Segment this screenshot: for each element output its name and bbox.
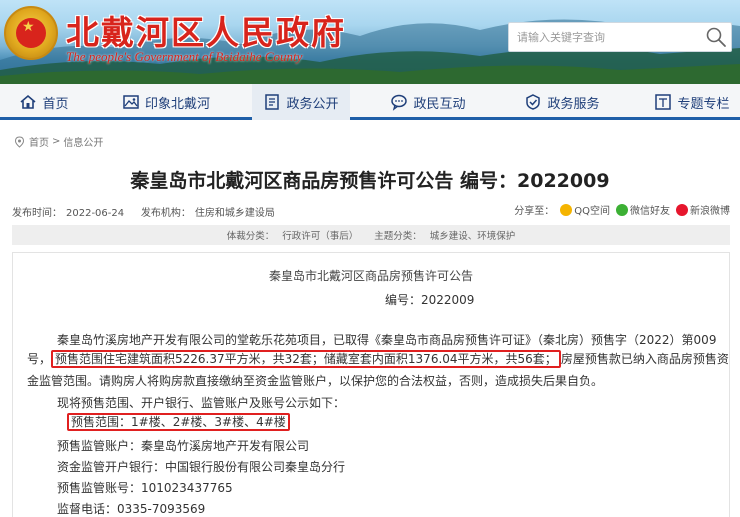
share-label: 分享至： xyxy=(514,206,555,217)
presale-scope: 预售范围：1#楼、2#楼、3#楼、4#楼 xyxy=(67,413,290,431)
nav-item-impression[interactable]: 印象北戴河 xyxy=(110,84,222,120)
nav-item-interaction[interactable]: 政民互动 xyxy=(380,84,476,120)
org-label: 发布机构： xyxy=(140,208,191,219)
para1-line2: 号， 预售范围住宅建筑面积5226.37平方米，共32套；储藏室套内面积1376.… xyxy=(27,350,729,368)
supervision-bank: 资金监管开户银行：中国银行股份有限公司秦皇岛分行 xyxy=(57,460,346,474)
para1-line1: 秦皇岛竹溪房地产开发有限公司的堂乾乐花苑项目，已取得《秦皇岛市商品房预售许可证》… xyxy=(57,333,717,347)
nav-item-special[interactable]: 专题专栏 xyxy=(648,84,736,120)
nav-label: 首页 xyxy=(42,96,69,112)
supervision-account-number: 预售监管账号：101023437765 xyxy=(57,481,233,495)
supervision-phone: 监督电话：0335-7093569 xyxy=(57,502,206,516)
chat-icon xyxy=(391,94,408,111)
column-icon xyxy=(655,94,672,110)
article-meta: 发布时间： 2022-06-24 发布机构： 住房和城乡建设局 xyxy=(12,204,279,219)
share-qq-button[interactable]: QQ空间 xyxy=(560,202,610,217)
nav-label: 政务服务 xyxy=(547,96,600,112)
header-banner: ★ 北戴河区人民政府 The people's Government of Be… xyxy=(0,0,740,84)
doc-heading: 秦皇岛市北戴河区商品房预售许可公告 xyxy=(268,269,473,283)
publish-date: 2022-06-24 xyxy=(66,208,125,219)
site-title[interactable]: 北戴河区人民政府 xyxy=(66,6,346,54)
site-subtitle: The people's Government of Beidaihe Coun… xyxy=(66,49,303,64)
para1-line2-suffix: 房屋预售款已纳入商品房预售资 xyxy=(560,352,729,366)
category-bar: 体裁分类： 行政许可（事后） 主题分类： 城乡建设、环境保护 xyxy=(12,225,730,245)
para2: 现将预售范围、开户银行、监管账户及账号公示如下： xyxy=(57,396,346,410)
weibo-icon xyxy=(676,203,688,216)
theme-label: 主题分类： xyxy=(374,231,422,242)
supervision-account: 预售监管账户：秦皇岛竹溪房地产开发有限公司 xyxy=(57,439,310,453)
breadcrumb: 首页 > 信息公开 xyxy=(14,134,103,149)
image-icon xyxy=(123,95,139,109)
search-box xyxy=(508,22,732,52)
location-pin-icon xyxy=(14,135,25,148)
share-qq-label: QQ空间 xyxy=(574,206,610,217)
search-icon[interactable] xyxy=(705,26,727,48)
doc-number: 编号：2022009 xyxy=(385,293,475,307)
breadcrumb-current[interactable]: 信息公开 xyxy=(63,134,103,149)
nav-item-gov-affairs[interactable]: 政务公开 xyxy=(252,84,350,120)
breadcrumb-separator: > xyxy=(52,136,61,147)
para1-line3: 金监管范围。请购房人将购房款直接缴纳至资金监管账户，以保护您的合法权益，否则，造… xyxy=(27,374,604,388)
highlight-presale-scope: 预售范围：1#楼、2#楼、3#楼、4#楼 xyxy=(67,413,290,431)
topic-category: 体裁分类： 行政许可（事后） xyxy=(223,228,363,242)
share-wechat-button[interactable]: 微信好友 xyxy=(616,202,670,217)
publish-label: 发布时间： xyxy=(12,208,62,219)
wechat-icon xyxy=(616,203,628,216)
search-input[interactable] xyxy=(509,23,699,51)
share-weibo-button[interactable]: 新浪微博 xyxy=(676,202,730,217)
highlight-presale-area: 预售范围住宅建筑面积5226.37平方米，共32套；储藏室套内面积1376.04… xyxy=(51,350,561,368)
nav-item-home[interactable]: 首页 xyxy=(4,84,84,120)
star-icon: ★ xyxy=(22,19,35,35)
org-value: 住房和城乡建设局 xyxy=(194,208,275,219)
page-title: 秦皇岛市北戴河区商品房预售许可公告 编号：2022009 xyxy=(130,170,610,192)
breadcrumb-home[interactable]: 首页 xyxy=(29,134,49,149)
share-wechat-label: 微信好友 xyxy=(630,206,670,217)
topic-value: 行政许可（事后） xyxy=(282,231,359,242)
service-icon xyxy=(526,94,541,110)
nav-label: 专题专栏 xyxy=(677,96,730,112)
main-nav: 首页 印象北戴河 政务公开 政民互动 政务服务 专题专栏 xyxy=(0,84,740,120)
theme-category: 主题分类： 城乡建设、环境保护 xyxy=(370,228,519,242)
para1-line2-prefix: 号， xyxy=(27,352,52,366)
nav-label: 政民互动 xyxy=(413,96,466,112)
theme-value: 城乡建设、环境保护 xyxy=(429,231,516,242)
national-emblem-icon[interactable]: ★ xyxy=(4,6,58,60)
nav-label: 印象北戴河 xyxy=(144,96,210,112)
home-icon xyxy=(20,94,37,109)
nav-label: 政务公开 xyxy=(286,96,339,112)
article-content: 秦皇岛市北戴河区商品房预售许可公告 编号：2022009 秦皇岛竹溪房地产开发有… xyxy=(12,252,730,517)
topic-label: 体裁分类： xyxy=(226,231,275,242)
nav-item-services[interactable]: 政务服务 xyxy=(514,84,610,120)
qq-zone-icon xyxy=(560,203,573,216)
share-bar: 分享至： QQ空间 微信好友 新浪微博 xyxy=(514,202,730,217)
document-icon xyxy=(265,94,280,110)
share-weibo-label: 新浪微博 xyxy=(690,206,730,217)
